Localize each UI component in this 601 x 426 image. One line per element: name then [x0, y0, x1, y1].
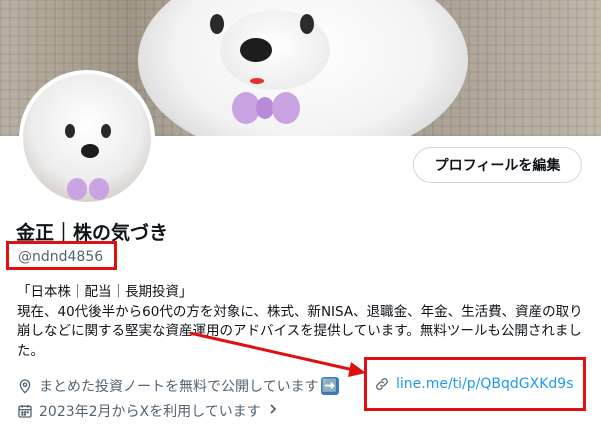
- avatar-image: [23, 74, 151, 202]
- avatar[interactable]: [19, 70, 155, 206]
- banner-plush-nose: [240, 38, 272, 62]
- joined-text: 2023年2月からXを利用しています: [39, 404, 261, 420]
- avatar-bow: [89, 178, 109, 200]
- annotation-highlight-box-handle: [6, 241, 117, 270]
- annotation-highlight-box-link: [364, 357, 586, 411]
- chevron-right-icon: [267, 403, 279, 419]
- profile-bio: 「日本株｜配当｜長期投資」 現在、40代後半から60代の方を対象に、株式、新NI…: [17, 284, 583, 359]
- calendar-icon: [17, 403, 33, 419]
- banner-plush-mouth: [250, 78, 264, 84]
- avatar-nose: [81, 144, 99, 158]
- profile-location: まとめた投資ノートを無料で公開しています ➡️: [17, 376, 339, 396]
- avatar-eye: [65, 124, 75, 138]
- location-text: まとめた投資ノートを無料で公開しています: [39, 379, 319, 395]
- avatar-eye: [101, 124, 111, 138]
- location-pin-icon: [17, 378, 33, 394]
- banner-plush-eye: [300, 14, 314, 34]
- avatar-bow: [67, 178, 87, 200]
- edit-profile-button[interactable]: プロフィールを編集: [413, 147, 582, 183]
- banner-plush-eye: [210, 14, 224, 34]
- banner-plush-bow: [272, 92, 300, 124]
- arrow-right-emoji-icon: ➡️: [320, 377, 339, 395]
- profile-joined-date[interactable]: 2023年2月からXを利用しています: [17, 401, 279, 421]
